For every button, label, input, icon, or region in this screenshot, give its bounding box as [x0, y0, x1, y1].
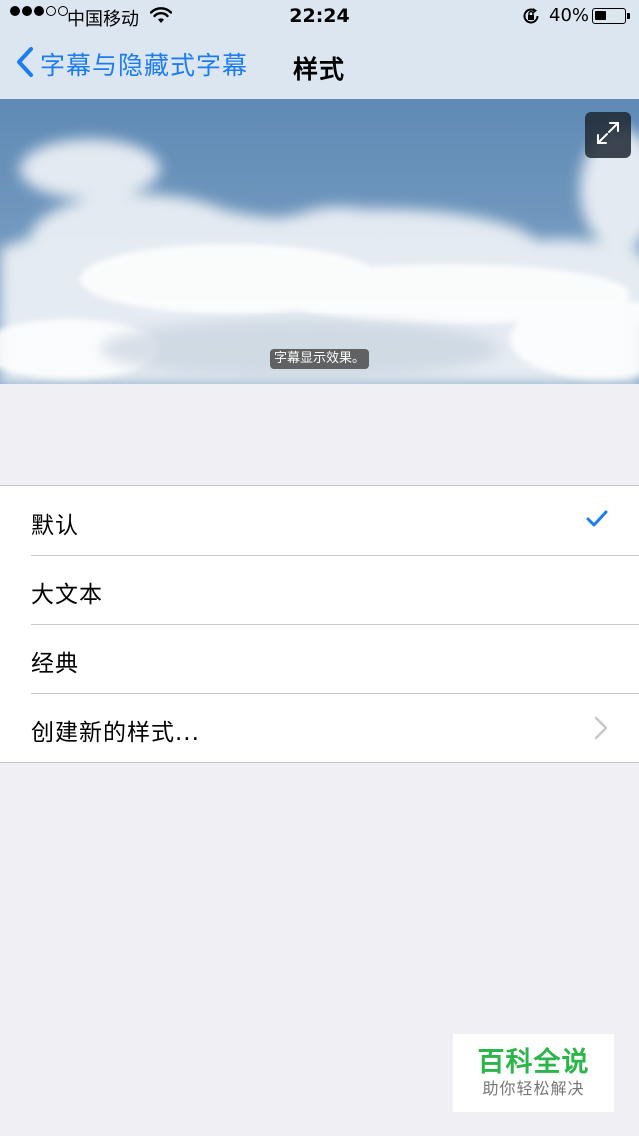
battery-percent: 40%	[549, 5, 590, 26]
back-button-label: 字幕与隐藏式字幕	[40, 51, 249, 80]
top-bar: 中国移动 22:24 40% 字幕与隐藏式字幕 样式	[0, 0, 639, 100]
rotation-lock-icon	[521, 6, 541, 31]
back-button[interactable]: 字幕与隐藏式字幕	[16, 46, 248, 82]
expand-icon	[595, 120, 621, 150]
sky-cloud-image	[0, 99, 639, 384]
chevron-left-icon	[16, 46, 34, 82]
status-time: 22:24	[289, 5, 350, 27]
style-option-classic[interactable]: 经典	[0, 624, 639, 693]
chevron-right-icon	[594, 716, 608, 744]
style-option-large-text[interactable]: 大文本	[0, 555, 639, 624]
expand-button[interactable]	[585, 112, 631, 158]
style-option-label: 大文本	[31, 582, 103, 608]
caption-sample-text: 字幕显示效果。	[270, 349, 370, 369]
page-title: 样式	[293, 55, 346, 84]
style-option-default[interactable]: 默认	[0, 486, 639, 555]
watermark-title: 百科全说	[477, 1047, 590, 1078]
style-option-label: 经典	[31, 651, 79, 677]
watermark-subtitle: 助你轻松解决	[482, 1079, 585, 1098]
style-option-label: 创建新的样式...	[31, 720, 200, 746]
status-bar: 中国移动 22:24 40%	[0, 0, 639, 34]
style-options-list: 默认 大文本 经典 创建新的样式...	[0, 485, 639, 763]
battery-tip	[627, 13, 630, 19]
create-new-style[interactable]: 创建新的样式...	[0, 693, 639, 762]
style-option-label: 默认	[31, 513, 79, 539]
checkmark-icon	[586, 510, 608, 532]
caption-preview: 字幕显示效果。	[0, 99, 639, 384]
battery-icon	[592, 8, 626, 24]
watermark-logo: 百科全说 助你轻松解决	[453, 1034, 614, 1112]
